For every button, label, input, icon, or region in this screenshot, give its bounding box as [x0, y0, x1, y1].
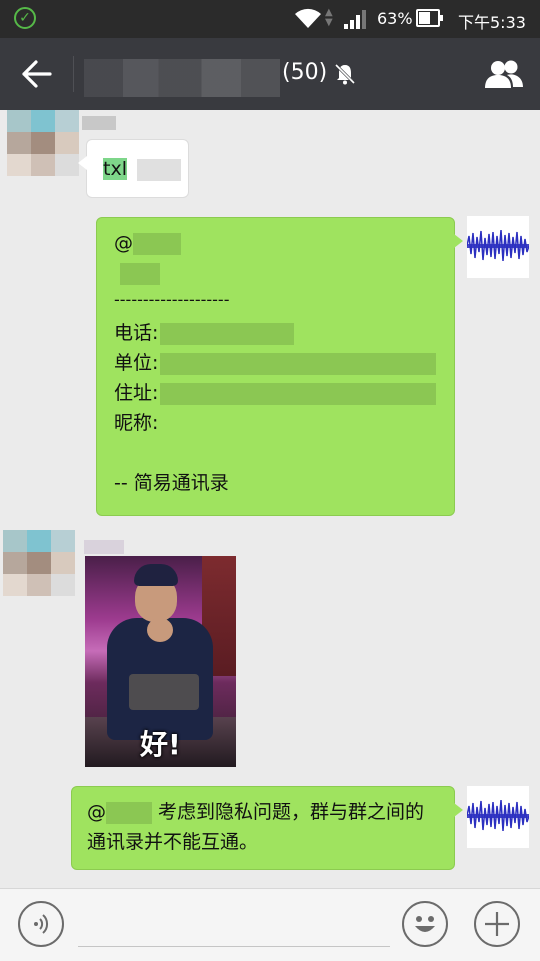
sticker-bag	[129, 674, 199, 710]
plus-icon	[485, 912, 509, 936]
unit-label: 单位:	[114, 352, 159, 374]
signature-line: -- 简易通讯录	[114, 472, 229, 494]
address-label: 住址:	[114, 382, 159, 404]
check-circle-icon: ✓	[14, 7, 36, 29]
redacted-text	[137, 158, 182, 181]
my-avatar[interactable]	[467, 216, 529, 278]
my-avatar[interactable]	[467, 786, 529, 848]
input-bar	[0, 888, 540, 961]
sticker-figure-cap	[134, 564, 178, 586]
data-activity-icon: ▲ ▼	[325, 7, 333, 28]
avatar[interactable]	[3, 530, 75, 598]
bell-off-icon	[334, 63, 356, 85]
sticker-caption: 好!	[140, 728, 181, 761]
message-line-1: @ 考虑到隐私问题，群与群之间的	[87, 797, 442, 827]
message-bubble[interactable]: @ 考虑到隐私问题，群与群之间的 通讯录并不能互通。	[71, 786, 463, 870]
avatar[interactable]	[7, 110, 79, 178]
redacted-text	[120, 262, 160, 285]
sticker-clapping-hands	[147, 618, 173, 642]
redacted-line	[114, 258, 438, 288]
nickname-line: 昵称:	[114, 408, 438, 438]
battery-level	[419, 12, 430, 24]
voice-button[interactable]	[18, 901, 64, 947]
message-bubble-contact-card[interactable]: @ -------------------- 电话: 单位: 住址: 昵称: -…	[96, 217, 463, 516]
wifi-icon	[295, 8, 321, 28]
emoji-icon	[415, 916, 435, 932]
status-bar: ✓ ▲ ▼ 63% 下午5:33	[0, 0, 540, 38]
message-text-line-2: 通讯录并不能互通。	[87, 831, 259, 853]
message-bubble[interactable]: txl	[78, 139, 189, 198]
member-count: (50)	[282, 60, 328, 85]
chat-title-bar: (50)	[0, 38, 540, 110]
group-name-redacted[interactable]	[84, 59, 280, 97]
separator-line: --------------------	[114, 290, 230, 309]
battery-icon	[416, 9, 443, 27]
mention-line: @	[114, 228, 438, 258]
waveform-image	[467, 799, 529, 832]
more-button[interactable]	[474, 901, 520, 947]
message-list[interactable]: txl @ -------------------- 电话: 单位: 住址: 昵…	[0, 110, 540, 888]
back-arrow-icon[interactable]	[20, 58, 54, 90]
sticker-image[interactable]: 好!	[85, 556, 236, 767]
title-divider	[73, 56, 74, 92]
sender-name-redacted	[84, 540, 124, 554]
message-text: txl	[103, 158, 127, 180]
mention-symbol: @	[87, 801, 106, 823]
phone-label: 电话:	[114, 322, 159, 344]
phone-line: 电话:	[114, 318, 438, 348]
group-members-icon[interactable]	[483, 58, 525, 90]
redacted-text	[160, 322, 295, 345]
clock: 下午5:33	[458, 13, 526, 32]
redacted-text	[106, 801, 152, 824]
battery-percent: 63%	[377, 9, 413, 28]
address-line: 住址:	[114, 378, 438, 408]
voice-icon	[34, 914, 49, 934]
waveform-image	[467, 229, 529, 262]
message-input[interactable]	[78, 946, 390, 947]
redacted-text	[160, 352, 437, 375]
mention-symbol: @	[114, 232, 133, 254]
message-text-line-1: 考虑到隐私问题，群与群之间的	[158, 801, 425, 823]
redacted-text	[133, 232, 181, 255]
sender-name-redacted	[82, 116, 116, 130]
nickname-label: 昵称:	[114, 412, 159, 434]
redacted-text	[160, 382, 437, 405]
signal-icon	[344, 10, 366, 29]
emoji-button[interactable]	[402, 901, 448, 947]
unit-line: 单位:	[114, 348, 438, 378]
